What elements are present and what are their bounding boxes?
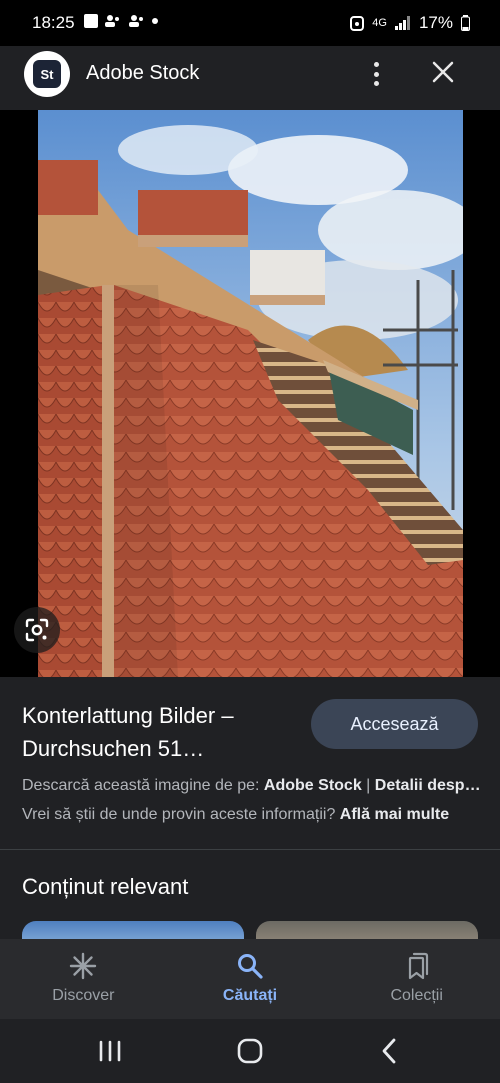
system-navigation-bar bbox=[0, 1019, 500, 1083]
contacts-notification-icon-2 bbox=[129, 15, 143, 27]
info-question: Vrei să știi de unde provin aceste infor… bbox=[22, 806, 340, 823]
visit-button[interactable]: Accesează bbox=[311, 699, 478, 749]
roof-photo[interactable] bbox=[38, 110, 463, 677]
status-right: 4G 17% bbox=[350, 13, 470, 33]
details-link[interactable]: Detalii desp… bbox=[375, 777, 481, 794]
bookmarks-icon bbox=[408, 952, 428, 980]
notification-icons bbox=[84, 14, 158, 28]
adobe-stock-logo: St bbox=[24, 51, 70, 97]
source-line: Descarcă această imagine de pe: Adobe St… bbox=[22, 777, 482, 795]
battery-icon bbox=[461, 15, 470, 31]
alarm-icon bbox=[350, 16, 365, 31]
logo-mark: St bbox=[33, 60, 61, 88]
status-bar: 18:25 4G 17% bbox=[0, 0, 500, 46]
source-name-link[interactable]: Adobe Stock bbox=[264, 777, 362, 794]
info-line: Vrei să știi de unde provin aceste infor… bbox=[22, 806, 449, 824]
signal-icon bbox=[394, 16, 410, 30]
gallery-notification-icon bbox=[84, 14, 98, 28]
divider bbox=[0, 849, 500, 850]
status-time: 18:25 bbox=[32, 13, 75, 32]
nav-discover[interactable]: Discover bbox=[0, 939, 167, 1019]
home-icon[interactable] bbox=[234, 1035, 266, 1067]
source-prefix: Descarcă această imagine de pe: bbox=[22, 777, 264, 794]
recent-apps-icon[interactable] bbox=[94, 1035, 126, 1067]
network-type: 4G bbox=[372, 17, 387, 29]
nav-search-label: Căutați bbox=[222, 987, 278, 1004]
lens-glyph-icon bbox=[25, 618, 49, 642]
related-section-title: Conținut relevant bbox=[22, 874, 189, 899]
nav-search[interactable]: Căutați bbox=[167, 939, 334, 1019]
app-header: St Adobe Stock bbox=[0, 46, 500, 110]
bottom-navigation: Discover Căutați Colecții bbox=[0, 939, 500, 1019]
image-preview bbox=[0, 110, 500, 677]
source-separator: | bbox=[361, 777, 375, 794]
google-lens-icon[interactable] bbox=[14, 607, 60, 653]
nav-discover-label: Discover bbox=[52, 987, 115, 1004]
result-title[interactable]: Konterlattung Bilder – Durchsuchen 51… bbox=[22, 699, 292, 765]
learn-more-link[interactable]: Află mai multe bbox=[340, 806, 449, 823]
search-icon bbox=[238, 954, 263, 979]
battery-percent: 17% bbox=[418, 13, 453, 32]
source-title[interactable]: Adobe Stock bbox=[86, 62, 199, 85]
close-icon[interactable] bbox=[427, 56, 459, 88]
asterisk-icon bbox=[70, 952, 97, 980]
more-notifications-dot bbox=[152, 18, 158, 24]
nav-collections[interactable]: Colecții bbox=[333, 939, 500, 1019]
contacts-notification-icon bbox=[105, 15, 119, 27]
back-icon[interactable] bbox=[374, 1035, 406, 1067]
nav-collections-label: Colecții bbox=[390, 987, 443, 1004]
more-vert-icon[interactable] bbox=[366, 60, 386, 88]
